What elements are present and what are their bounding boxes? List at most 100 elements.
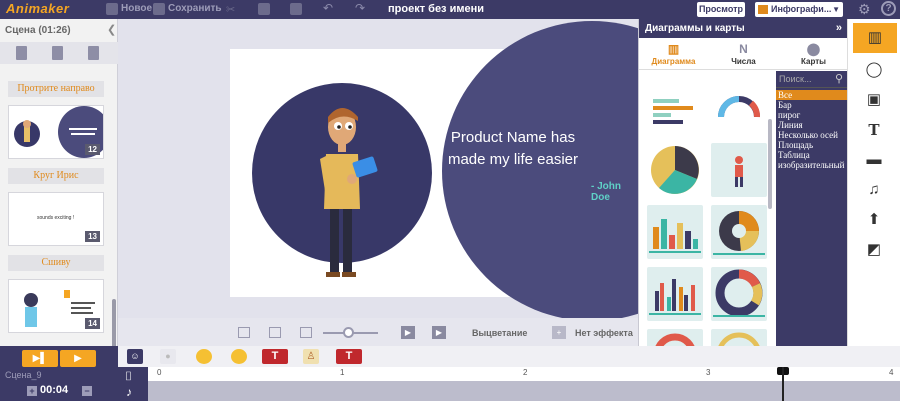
fade-label[interactable]: Выцветание	[472, 328, 527, 338]
scene-thumbnail[interactable]: 14	[8, 279, 104, 333]
new-icon[interactable]	[106, 3, 118, 15]
pie-chart-thumb	[651, 146, 699, 194]
scene-header-label: Сцена	[5, 25, 36, 36]
filter-item-pie[interactable]: пирог	[776, 110, 848, 120]
circle-element-icon[interactable]	[196, 349, 212, 364]
copy-icon[interactable]	[258, 3, 270, 15]
filter-item-bar[interactable]: Бар	[776, 100, 848, 110]
image-icon[interactable]: ▣	[856, 85, 892, 115]
chart-search-input[interactable]: Поиск... ⚲	[776, 71, 848, 88]
music-note-icon[interactable]: ♪	[126, 385, 132, 399]
scene-canvas[interactable]	[230, 21, 638, 321]
duplicate-scene-icon[interactable]	[52, 46, 63, 60]
chart-icon	[758, 5, 768, 14]
zoom-slider-knob[interactable]	[343, 327, 354, 338]
preview-button[interactable]: Просмотр	[697, 2, 745, 17]
no-effect-label[interactable]: Нет эффекта	[575, 328, 633, 338]
chart-template[interactable]	[711, 143, 767, 197]
chart-template[interactable]	[711, 205, 767, 259]
filter-item-pictorial[interactable]: изобразительный	[776, 160, 848, 170]
play-icon[interactable]: ▶	[401, 326, 415, 339]
chart-template[interactable]	[647, 267, 703, 321]
donut-chart-thumb	[713, 269, 765, 317]
scene-panel: Сцена (01:26) ❮ Протрите направо 12 Круг…	[0, 19, 118, 354]
no-effect-icon[interactable]: +	[552, 326, 566, 339]
chart-template[interactable]	[647, 205, 703, 259]
chart-template[interactable]	[647, 329, 703, 346]
chart-icon[interactable]: ▥	[853, 23, 897, 53]
help-icon[interactable]: ?	[881, 1, 896, 16]
text-element-icon[interactable]: T	[262, 349, 288, 364]
minus-icon[interactable]: −	[82, 386, 92, 396]
canvas-author[interactable]: - John Doe	[591, 181, 638, 203]
collapse-right-icon[interactable]: »	[836, 19, 842, 38]
character-track-icon[interactable]: ☺	[127, 349, 143, 364]
character-element-icon[interactable]: ♙	[303, 349, 319, 364]
hidden-track-icon[interactable]: ●	[160, 349, 176, 364]
chevron-down-icon: ▼	[832, 5, 840, 14]
multi-bar-chart-thumb	[649, 279, 701, 315]
filter-item-area[interactable]: Площадь	[776, 140, 848, 150]
save-button[interactable]: Сохранить	[168, 3, 222, 14]
transition-label[interactable]: Сшиву	[8, 255, 104, 271]
save-icon[interactable]	[153, 3, 165, 15]
playhead[interactable]	[782, 367, 784, 401]
video-icon[interactable]: ▬	[856, 145, 892, 175]
scene-duration: (01:26)	[38, 25, 71, 36]
project-title[interactable]: проект без имени	[388, 3, 484, 15]
filter-item-all[interactable]: Все	[776, 90, 848, 100]
scene-thumbnail[interactable]: 12	[8, 105, 110, 159]
scene-thumbnails: Протрите направо 12 Круг Ирис sounds exc…	[0, 65, 112, 346]
redo-icon[interactable]: ↷	[355, 1, 367, 15]
template-dropdown[interactable]: Инфографи... ▼	[755, 2, 843, 17]
ruler-tick: 1	[340, 368, 345, 377]
chart-template[interactable]	[647, 81, 703, 135]
scene-thumb-text: sounds exciting !	[37, 215, 75, 221]
play-scene-icon[interactable]: ▶	[432, 326, 446, 339]
cut-icon[interactable]: ✂	[226, 3, 238, 16]
camera-icon[interactable]: ⌷	[125, 369, 132, 384]
grid-icon[interactable]	[300, 327, 312, 338]
filter-item-multi-axis[interactable]: Несколько осей	[776, 130, 848, 140]
transition-label[interactable]: Круг Ирис	[8, 168, 104, 184]
chart-filter-list: Все Бар пирог Линия Несколько осей Площа…	[776, 90, 848, 170]
filter-item-line[interactable]: Линия	[776, 120, 848, 130]
scene-number: 13	[85, 231, 100, 242]
tab-numbers[interactable]: N Числа	[709, 38, 778, 70]
new-button[interactable]: Новое	[121, 3, 152, 14]
text-icon[interactable]: T	[856, 115, 892, 145]
paste-icon[interactable]	[290, 3, 302, 15]
undo-icon[interactable]: ↶	[323, 1, 335, 15]
fullscreen-icon[interactable]	[269, 327, 281, 338]
large-circle[interactable]	[442, 21, 638, 321]
circle-element-icon[interactable]	[231, 349, 247, 364]
scene-thumbnail[interactable]: sounds exciting ! 13	[8, 192, 104, 246]
transition-label[interactable]: Протрите направо	[8, 81, 104, 97]
play-preview-icon[interactable]: ▶▌	[22, 350, 58, 367]
chart-template[interactable]	[711, 267, 767, 321]
fit-icon[interactable]	[238, 327, 250, 338]
chart-template[interactable]	[711, 329, 767, 346]
plus-icon[interactable]: +	[27, 386, 37, 396]
map-pin-icon[interactable]: ◯	[856, 55, 892, 85]
timeline-track[interactable]	[148, 381, 900, 401]
tab-maps[interactable]: ⬤ Карты	[779, 38, 848, 70]
chart-template[interactable]	[711, 81, 767, 135]
add-scene-icon[interactable]	[16, 46, 27, 60]
search-icon[interactable]: ⚲	[835, 72, 843, 85]
templates-scrollbar[interactable]	[768, 119, 772, 209]
character-illustration[interactable]	[300, 99, 390, 284]
gear-icon[interactable]: ⚙	[858, 1, 871, 18]
canvas-text[interactable]: Product Name has made my life easier	[378, 127, 638, 171]
collapse-left-icon[interactable]: ❮	[107, 23, 116, 36]
scene-number: 12	[85, 144, 100, 155]
upload-icon[interactable]: ⬆	[856, 205, 892, 235]
tab-chart[interactable]: ▥ Диаграмма	[639, 38, 708, 70]
text-element-icon[interactable]: T	[336, 349, 362, 364]
chart-template[interactable]	[647, 143, 703, 197]
play-icon[interactable]: ▶	[60, 350, 96, 367]
background-icon[interactable]: ◩	[856, 235, 892, 265]
filter-item-table[interactable]: Таблица	[776, 150, 848, 160]
music-icon[interactable]: ♫	[856, 175, 892, 205]
trash-icon[interactable]	[88, 46, 99, 60]
